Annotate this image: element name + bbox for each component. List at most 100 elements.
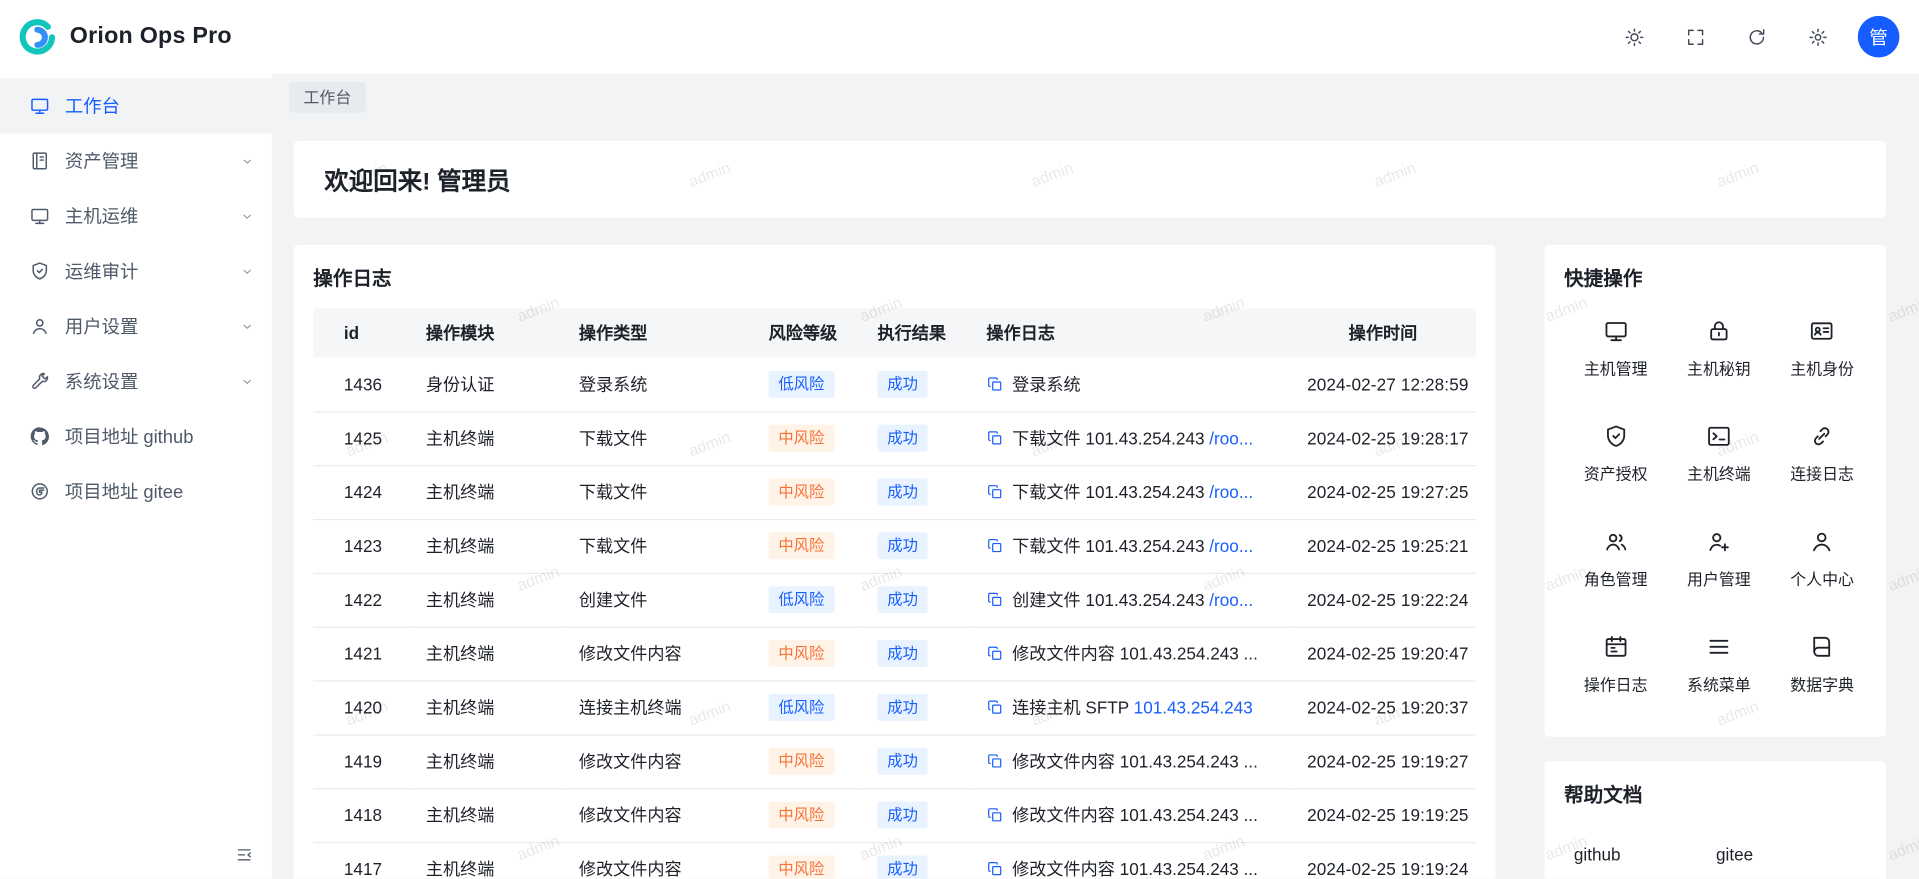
log-table-row: 1436身份认证登录系统低风险成功登录系统2024-02-27 12:28:59 — [313, 357, 1476, 411]
log-time: 2024-02-25 19:20:47 — [1290, 627, 1476, 681]
copy-icon[interactable] — [986, 753, 1003, 770]
result-badge: 成功 — [878, 748, 928, 775]
shield-icon — [29, 261, 50, 282]
log-table-row: 1418主机终端修改文件内容中风险成功修改文件内容 101.43.254.243… — [313, 788, 1476, 842]
copy-icon[interactable] — [986, 807, 1003, 824]
log-table-row: 1421主机终端修改文件内容中风险成功修改文件内容 101.43.254.243… — [313, 627, 1476, 681]
quick-action-label: 主机终端 — [1687, 461, 1751, 484]
log-id: 1418 — [313, 788, 408, 842]
sidebar-item-workbench[interactable]: 工作台 — [0, 78, 272, 133]
quick-action-label: 主机管理 — [1584, 356, 1648, 379]
chevron-down-icon — [240, 209, 255, 224]
result-badge: 成功 — [878, 640, 928, 667]
log-id: 1425 — [313, 411, 408, 465]
log-module: 主机终端 — [409, 411, 562, 465]
quick-action-personal-center[interactable]: 个人中心 — [1770, 507, 1873, 612]
copy-icon[interactable] — [986, 860, 1003, 877]
help-link-gitee[interactable]: gitee — [1716, 844, 1753, 864]
calendar-icon — [1603, 634, 1629, 660]
risk-badge: 中风险 — [769, 802, 834, 829]
log-type: 修改文件内容 — [562, 627, 752, 681]
copy-icon[interactable] — [986, 645, 1003, 662]
quick-action-host-terminal[interactable]: 主机终端 — [1667, 401, 1770, 506]
copy-icon[interactable] — [986, 430, 1003, 447]
sidebar: 工作台资产管理主机运维运维审计用户设置系统设置项目地址 github项目地址 g… — [0, 73, 272, 878]
log-type: 连接主机终端 — [562, 680, 752, 734]
sidebar-item-host-ops[interactable]: 主机运维 — [0, 188, 272, 243]
sidebar-item-project-github[interactable]: 项目地址 github — [0, 409, 272, 464]
help-link-github[interactable]: github — [1574, 844, 1621, 864]
quick-action-host-identity[interactable]: 主机身份 — [1770, 296, 1873, 401]
result-badge: 成功 — [878, 586, 928, 613]
copy-icon[interactable] — [986, 591, 1003, 608]
settings-icon[interactable] — [1797, 16, 1839, 58]
fullscreen-icon[interactable] — [1674, 16, 1716, 58]
theme-toggle-icon[interactable] — [1613, 16, 1655, 58]
quick-action-connection-log[interactable]: 连接日志 — [1770, 401, 1873, 506]
sidebar-item-user-settings[interactable]: 用户设置 — [0, 299, 272, 354]
risk-badge: 低风险 — [769, 371, 834, 398]
desktop-icon — [29, 206, 50, 227]
log-text: 创建文件 101.43.254.243 /roo... — [1012, 587, 1253, 611]
log-time: 2024-02-27 12:28:59 — [1290, 357, 1476, 411]
quick-action-label: 系统菜单 — [1687, 672, 1751, 695]
brand-title: Orion Ops Pro — [70, 23, 232, 50]
quick-action-host-management[interactable]: 主机管理 — [1564, 296, 1667, 401]
quick-action-label: 资产授权 — [1584, 461, 1648, 484]
log-module: 主机终端 — [409, 573, 562, 627]
sidebar-item-label: 运维审计 — [65, 258, 225, 284]
sidebar-item-label: 系统设置 — [65, 368, 225, 394]
log-type: 下载文件 — [562, 465, 752, 519]
quick-action-system-menu[interactable]: 系统菜单 — [1667, 612, 1770, 717]
log-table-row: 1423主机终端下载文件中风险成功下载文件 101.43.254.243 /ro… — [313, 519, 1476, 573]
log-module: 身份认证 — [409, 357, 562, 411]
tab-workbench[interactable]: 工作台 — [289, 82, 366, 113]
lock-icon — [1706, 318, 1732, 344]
log-module: 主机终端 — [409, 519, 562, 573]
log-link[interactable]: /roo... — [1209, 536, 1253, 556]
collapse-sidebar-icon[interactable] — [235, 846, 253, 864]
log-time: 2024-02-25 19:20:37 — [1290, 680, 1476, 734]
link-icon — [1809, 423, 1835, 449]
risk-badge: 中风险 — [769, 640, 834, 667]
log-module: 主机终端 — [409, 680, 562, 734]
quick-action-host-keys[interactable]: 主机秘钥 — [1667, 296, 1770, 401]
avatar[interactable]: 管 — [1858, 16, 1900, 58]
log-type: 登录系统 — [562, 357, 752, 411]
watermark-text: admin — [1885, 562, 1919, 595]
log-link[interactable]: 101.43.254.243 — [1134, 698, 1253, 718]
sidebar-item-asset-management[interactable]: 资产管理 — [0, 133, 272, 188]
copy-icon[interactable] — [986, 537, 1003, 554]
log-type: 下载文件 — [562, 411, 752, 465]
quick-action-user-management[interactable]: 用户管理 — [1667, 507, 1770, 612]
quick-action-asset-authorization[interactable]: 资产授权 — [1564, 401, 1667, 506]
copy-icon[interactable] — [986, 375, 1003, 392]
column-header: 操作时间 — [1290, 308, 1476, 357]
sidebar-item-project-gitee[interactable]: 项目地址 gitee — [0, 464, 272, 519]
refresh-icon[interactable] — [1735, 16, 1777, 58]
log-id: 1421 — [313, 627, 408, 681]
quick-action-operation-log[interactable]: 操作日志 — [1564, 612, 1667, 717]
copy-icon[interactable] — [986, 483, 1003, 500]
log-link[interactable]: /roo... — [1209, 428, 1253, 448]
idcard-icon — [1809, 318, 1835, 344]
log-link[interactable]: /roo... — [1209, 482, 1253, 502]
quick-action-role-management[interactable]: 角色管理 — [1564, 507, 1667, 612]
log-module: 主机终端 — [409, 842, 562, 879]
quick-action-data-dictionary[interactable]: 数据字典 — [1770, 612, 1873, 717]
log-link[interactable]: /roo... — [1209, 590, 1253, 610]
log-time: 2024-02-25 19:28:17 — [1290, 411, 1476, 465]
log-module: 主机终端 — [409, 465, 562, 519]
operation-log-card: 操作日志 id操作模块操作类型风险等级执行结果操作日志操作时间 1436身份认证… — [294, 245, 1496, 879]
copy-icon[interactable] — [986, 699, 1003, 716]
sidebar-item-ops-audit[interactable]: 运维审计 — [0, 244, 272, 299]
log-time: 2024-02-25 19:19:25 — [1290, 788, 1476, 842]
risk-badge: 中风险 — [769, 532, 834, 559]
help-docs-title: 帮助文档 — [1564, 778, 1866, 807]
log-module: 主机终端 — [409, 788, 562, 842]
monitor-icon — [1603, 318, 1629, 344]
sidebar-item-label: 资产管理 — [65, 148, 225, 174]
chevron-down-icon — [240, 264, 255, 279]
brand[interactable]: Orion Ops Pro — [17, 17, 232, 57]
sidebar-item-system-settings[interactable]: 系统设置 — [0, 354, 272, 409]
